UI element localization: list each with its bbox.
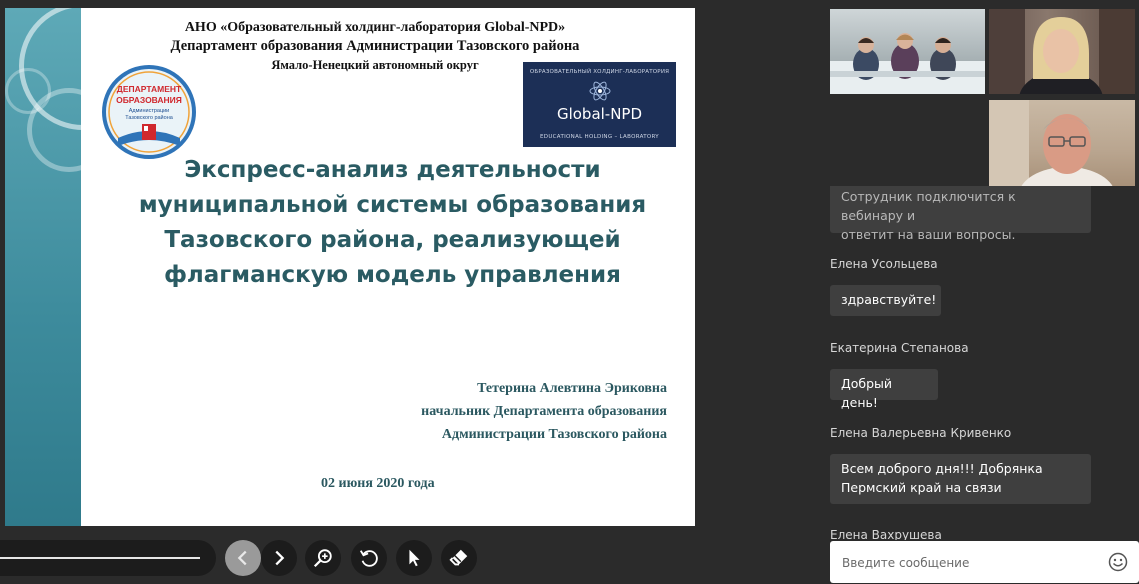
chat-message-bubble: здравствуйте! xyxy=(830,285,941,316)
chat-input-box[interactable] xyxy=(830,541,1139,583)
video-frame xyxy=(830,33,985,94)
video-frame xyxy=(989,100,1113,186)
pointer-button[interactable] xyxy=(396,540,432,576)
atom-icon xyxy=(589,81,611,101)
participant-video-group[interactable] xyxy=(830,9,985,94)
zoom-in-icon xyxy=(313,549,332,568)
chat-panel[interactable]: Сотрудник подключится к вебинару и ответ… xyxy=(820,186,1139,540)
rotate-button[interactable] xyxy=(351,540,387,576)
chat-message-bubble: Сотрудник подключится к вебинару и ответ… xyxy=(830,186,1091,242)
chat-message-author: Екатерина Степанова xyxy=(830,341,969,355)
eraser-icon xyxy=(449,549,468,566)
slide-date: 02 июня 2020 года xyxy=(321,476,435,491)
slide-header-line1: АНО «Образовательный холдинг-лаборатория… xyxy=(184,20,566,35)
author-name: Тетерина Алевтина Эриковна xyxy=(477,381,667,396)
author-position: начальник Департамента образования xyxy=(421,404,667,419)
participant-video-woman[interactable] xyxy=(989,9,1135,94)
participant-video-man[interactable] xyxy=(989,100,1135,186)
slide-progress-bar[interactable] xyxy=(0,540,216,576)
progress-track xyxy=(0,557,200,559)
department-logo: ДЕПАРТАМЕНТ ОБРАЗОВАНИЯ Администрации Та… xyxy=(102,65,196,159)
global-npd-logo: ОБРАЗОВАТЕЛЬНЫЙ ХОЛДИНГ-ЛАБОРАТОРИЯ Glob… xyxy=(523,62,676,147)
svg-text:ОБРАЗОВАНИЯ: ОБРАЗОВАНИЯ xyxy=(116,95,182,105)
zoom-button[interactable] xyxy=(305,540,341,576)
chevron-left-icon xyxy=(237,550,247,566)
decorative-ring xyxy=(5,68,51,114)
global-npd-name: Global-NPD xyxy=(556,105,643,123)
next-slide-button[interactable] xyxy=(261,540,297,576)
chat-message-author: Елена Усольцева xyxy=(830,257,938,271)
author-organization: Администрации Тазовского района xyxy=(441,427,667,442)
previous-slide-button[interactable] xyxy=(225,540,261,576)
svg-text:Администрации: Администрации xyxy=(129,108,170,114)
chat-message-author: Елена Валерьевна Кривенко xyxy=(830,426,1012,440)
rotate-icon xyxy=(359,550,378,567)
slide-header-line2: Департамент образования Администрации Та… xyxy=(170,38,580,54)
emoji-icon[interactable] xyxy=(1108,552,1128,572)
chat-message-bubble: Всем доброго дня!!! Добрянка Пермский кр… xyxy=(830,454,1091,504)
presentation-slide: АНО «Образовательный холдинг-лаборатория… xyxy=(5,8,695,526)
chat-message-author: Елена Вахрушева xyxy=(830,528,942,540)
pointer-icon xyxy=(409,549,420,567)
chevron-right-icon xyxy=(275,550,285,566)
video-frame xyxy=(989,9,1135,94)
svg-text:ДЕПАРТАМЕНТ: ДЕПАРТАМЕНТ xyxy=(117,84,182,94)
chat-message-input[interactable] xyxy=(840,552,1104,574)
slide-title: Экспресс-анализ деятельности муниципальн… xyxy=(138,157,647,288)
svg-text:Тазовского района: Тазовского района xyxy=(125,114,174,121)
eraser-button[interactable] xyxy=(441,540,477,576)
chat-message-bubble: Добрый день! xyxy=(830,369,938,410)
